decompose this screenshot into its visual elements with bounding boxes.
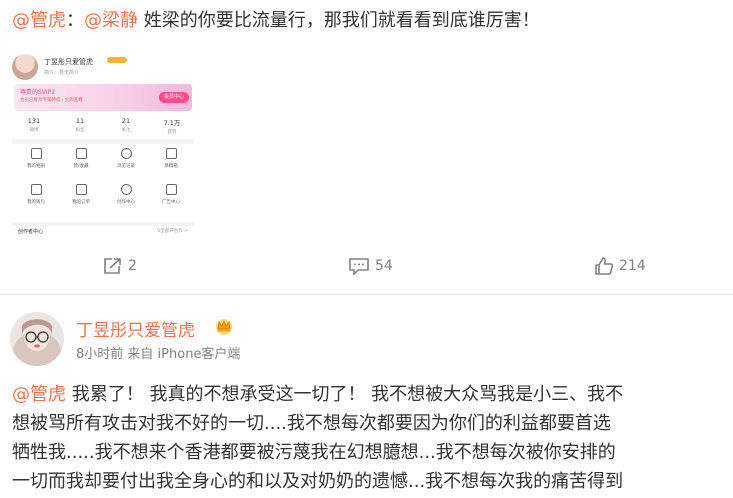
author-mention-link[interactable]: @管虎 <box>12 10 66 31</box>
thumb-menu-label: 我的钱包 <box>27 200 45 205</box>
thumb-profile-sub: 简介：暂无简介 <box>44 70 80 76</box>
repost-icon <box>104 258 121 274</box>
avatar-portrait-icon <box>10 312 64 366</box>
post-divider <box>0 294 733 295</box>
thumb-stat-num: 7.1万 <box>163 119 181 127</box>
post-2-text: @管虎 我累了！ 我真的不想承受这一切了！ 我不想被大众骂我是小三、我不 想被骂… <box>12 380 732 496</box>
thumb-stat-label: 微博 <box>29 128 39 133</box>
thumb-vip-banner: 尊贵的SVIP2 会员已尊享专属特权 · 立即查看 会员中心 <box>14 84 192 111</box>
favorite-icon <box>75 148 87 159</box>
thumb-divider <box>12 139 194 144</box>
mention-link[interactable]: @管虎 <box>12 384 66 405</box>
history-icon <box>120 148 132 159</box>
thumb-stat-num: 21 <box>121 117 131 125</box>
drafts-icon <box>165 148 177 159</box>
author-avatar[interactable] <box>10 312 64 366</box>
thumb-banner-button: 会员中心 <box>159 92 189 103</box>
thumb-menu-item: 浏览记录 <box>104 148 148 169</box>
thumb-footer: 创作者中心 V全部开创作 > <box>12 222 194 235</box>
post-2-line: @管虎 我累了！ 我真的不想承受这一切了！ 我不想被大众骂我是小三、我不 <box>12 380 732 409</box>
thumb-menu-item: 赞/收藏 <box>59 148 103 169</box>
thumb-menu-label: 浏览记录 <box>117 164 135 169</box>
thumb-menu-label: 我的相册 <box>27 164 45 169</box>
thumb-menu-item: 广告中心 <box>149 184 193 205</box>
comment-count: 54 <box>375 258 393 274</box>
thumb-vip-badge-icon <box>107 57 127 63</box>
post-source: 来自 iPhone客户端 <box>127 347 241 362</box>
thumb-menu-item: 创作中心 <box>104 184 148 205</box>
thumb-stat-label: 粉丝 <box>75 128 85 133</box>
thumb-avatar <box>12 54 38 80</box>
thumb-stat-num: 11 <box>75 117 85 125</box>
thumb-banner-title: 尊贵的SVIP2 <box>20 89 56 96</box>
post-1-text: @管虎：@梁静 姓梁的你要比流量行，那我们就看看到底谁厉害！ <box>12 8 732 34</box>
post-2-line: 一切而我却要付出我全身心的和以及对奶奶的遗憾...我不想每次我的痛苦得到 <box>12 471 624 492</box>
thumb-footer-right: V全部开创作 > <box>157 229 188 234</box>
thumb-stat: 21 关注 <box>106 117 146 133</box>
comment-icon <box>349 258 369 275</box>
author-name-link[interactable]: 丁昱彤只爱管虎 <box>76 316 195 341</box>
thumb-banner-sub: 会员已尊享专属特权 · 立即查看 <box>20 98 83 103</box>
thumb-profile-name: 丁昱彤只爱管虎 <box>44 58 93 66</box>
like-count: 214 <box>619 258 646 274</box>
mention-colon: ： <box>66 10 84 31</box>
thumb-menu-label: 草稿箱 <box>164 164 178 169</box>
thumb-menu-item: 草稿箱 <box>149 148 193 169</box>
thumb-stat: 7.1万 获赞 <box>152 117 192 135</box>
thumb-menu-item: 我的钱包 <box>14 184 58 205</box>
thumb-stat-label: 关注 <box>121 128 131 133</box>
reply-mention-link[interactable]: @梁静 <box>84 10 138 31</box>
post-2-line: 牺牲我.....我不想来个香港都要被污蔑我在幻想臆想...我不想每次被你安排的 <box>12 442 616 463</box>
post-2-line: 想被骂所有攻击对我不好的一切....我不想每次都要因为你们的利益都要首选 <box>12 413 611 434</box>
thumb-menu-label: 创作中心 <box>117 200 135 205</box>
thumb-menu-label: 赞/收藏 <box>73 164 89 169</box>
thumb-stat-label: 获赞 <box>167 130 177 135</box>
calendar-icon <box>165 184 177 195</box>
creator-icon <box>120 184 132 195</box>
like-button[interactable]: 214 <box>594 248 646 284</box>
thumb-menu-grid: 我的相册 赞/收藏 浏览记录 草稿箱 我的钱包 我的订单 创作中心 广告中心 <box>14 148 192 218</box>
crown-badge-icon[interactable] <box>214 317 234 335</box>
thumb-footer-left: 创作者中心 <box>18 229 44 235</box>
post-1-action-bar: 2 54 214 <box>0 248 733 284</box>
thumb-menu-label: 广告中心 <box>162 200 180 205</box>
thumb-menu-label: 我的订单 <box>72 200 90 205</box>
post-time[interactable]: 8小时前 <box>76 347 123 362</box>
post-1-body: 姓梁的你要比流量行，那我们就看看到底谁厉害！ <box>143 10 540 31</box>
thumb-menu-item: 我的相册 <box>14 148 58 169</box>
post-image-thumbnail[interactable]: 丁昱彤只爱管虎 简介：暂无简介 尊贵的SVIP2 会员已尊享专属特权 · 立即查… <box>6 47 196 235</box>
thumb-stats: 131 微博 11 粉丝 21 关注 7.1万 获赞 <box>14 117 192 137</box>
thumb-stat: 11 粉丝 <box>60 117 100 133</box>
repost-button[interactable]: 2 <box>103 248 137 284</box>
thumb-stat: 131 微博 <box>14 117 54 133</box>
thumbs-up-icon <box>595 257 614 275</box>
post-meta: 8小时前 来自 iPhone客户端 <box>76 343 240 362</box>
post-2-line-text: 我累了！ 我真的不想承受这一切了！ 我不想被大众骂我是小三、我不 <box>66 384 624 405</box>
album-icon <box>30 148 42 159</box>
wallet-icon <box>30 184 42 195</box>
thumb-stat-num: 131 <box>27 117 41 125</box>
repost-count: 2 <box>128 258 137 274</box>
thumb-menu-item: 我的订单 <box>59 184 103 205</box>
order-icon <box>75 184 87 195</box>
comment-button[interactable]: 54 <box>348 248 393 284</box>
